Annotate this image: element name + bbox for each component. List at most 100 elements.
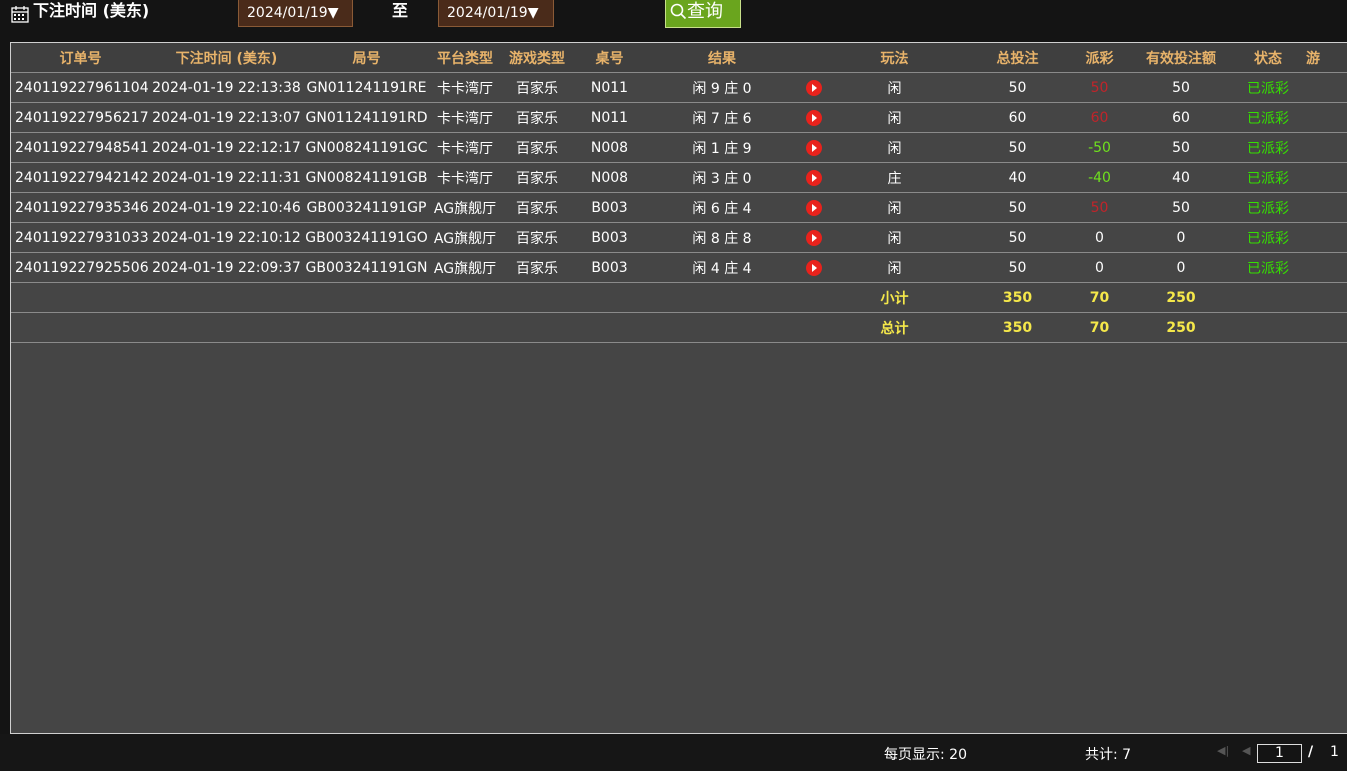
table-id: B003 bbox=[574, 222, 645, 253]
payout: 0 bbox=[1075, 252, 1124, 283]
total-bet: 50 bbox=[960, 252, 1075, 283]
subtotal-row: 小计 350 70 250 bbox=[11, 282, 1347, 313]
prev-page-icon[interactable]: ◀ bbox=[1242, 744, 1250, 757]
col-table: 桌号 bbox=[574, 43, 645, 73]
grand-total-payout: 70 bbox=[1075, 312, 1124, 343]
round-id: GN008241191GB bbox=[303, 162, 430, 193]
search-button[interactable]: 查询 bbox=[665, 0, 741, 28]
search-icon bbox=[670, 3, 687, 20]
table-header-row: 订单号 下注时间 (美东) 局号 平台类型 游戏类型 桌号 结果 玩法 总投注 … bbox=[11, 43, 1347, 73]
first-page-icon[interactable]: ◀| bbox=[1217, 744, 1229, 757]
play-replay-icon[interactable] bbox=[806, 259, 822, 276]
play-replay-icon[interactable] bbox=[806, 229, 822, 246]
table-id: N008 bbox=[574, 162, 645, 193]
order-id: 240119227931033 bbox=[11, 222, 150, 253]
date-to-select[interactable]: 2024/01/19▼ bbox=[438, 0, 554, 27]
bet-time: 2024-01-19 22:09:37 bbox=[150, 252, 303, 283]
order-id: 240119227948541 bbox=[11, 132, 150, 163]
col-order: 订单号 bbox=[11, 43, 150, 73]
col-bet-type: 玩法 bbox=[829, 43, 960, 73]
table-id: B003 bbox=[574, 252, 645, 283]
payout: 0 bbox=[1075, 222, 1124, 253]
filter-bar: 下注时间 (美东) 2024/01/19▼ 至 2024/01/19▼ 查询 bbox=[0, 0, 1347, 38]
grand-total-row: 总计 350 70 250 bbox=[11, 312, 1347, 343]
platform: 卡卡湾厅 bbox=[430, 102, 500, 133]
result: 闲 4 庄 4 bbox=[645, 252, 799, 283]
table-row: 240119227925506 2024-01-19 22:09:37 GB00… bbox=[11, 252, 1347, 283]
status-text: 已派彩 bbox=[1238, 192, 1298, 223]
col-total-bet: 总投注 bbox=[960, 43, 1075, 73]
status-text: 已派彩 bbox=[1238, 72, 1298, 103]
col-result: 结果 bbox=[645, 43, 799, 73]
bet-time: 2024-01-19 22:13:07 bbox=[150, 102, 303, 133]
payout: 50 bbox=[1075, 72, 1124, 103]
table-row: 240119227948541 2024-01-19 22:12:17 GN00… bbox=[11, 132, 1347, 163]
bet-type: 闲 bbox=[829, 132, 960, 163]
pagination-bar: 每页显示: 20 共计: 7 ◀| ◀ 1 / 1 bbox=[0, 734, 1347, 771]
play-replay-icon[interactable] bbox=[806, 79, 822, 96]
payout: -40 bbox=[1075, 162, 1124, 193]
table-id: B003 bbox=[574, 192, 645, 223]
order-id: 240119227956217 bbox=[11, 102, 150, 133]
grand-total-bet: 350 bbox=[960, 312, 1075, 343]
table-row: 240119227956217 2024-01-19 22:13:07 GN01… bbox=[11, 102, 1347, 133]
calendar-icon bbox=[11, 6, 29, 23]
search-button-label: 查询 bbox=[687, 1, 723, 22]
page-total: 1 bbox=[1330, 744, 1339, 760]
subtotal-label: 小计 bbox=[829, 282, 960, 313]
order-id: 240119227961104 bbox=[11, 72, 150, 103]
play-replay-icon[interactable] bbox=[806, 199, 822, 216]
status-text: 已派彩 bbox=[1238, 222, 1298, 253]
platform: 卡卡湾厅 bbox=[430, 162, 500, 193]
valid-bet: 50 bbox=[1124, 192, 1238, 223]
results-panel: 订单号 下注时间 (美东) 局号 平台类型 游戏类型 桌号 结果 玩法 总投注 … bbox=[10, 42, 1347, 734]
platform: 卡卡湾厅 bbox=[430, 132, 500, 163]
subtotal-payout: 70 bbox=[1075, 282, 1124, 313]
bet-time: 2024-01-19 22:11:31 bbox=[150, 162, 303, 193]
col-extra: 游 bbox=[1298, 43, 1347, 73]
payout: 50 bbox=[1075, 192, 1124, 223]
round-id: GB003241191GO bbox=[303, 222, 430, 253]
game-type: 百家乐 bbox=[500, 192, 574, 223]
bet-type: 闲 bbox=[829, 192, 960, 223]
valid-bet: 60 bbox=[1124, 102, 1238, 133]
bet-time: 2024-01-19 22:10:46 bbox=[150, 192, 303, 223]
filter-label: 下注时间 (美东) bbox=[33, 1, 150, 20]
page-separator: / bbox=[1308, 744, 1314, 760]
result: 闲 6 庄 4 bbox=[645, 192, 799, 223]
bet-time: 2024-01-19 22:10:12 bbox=[150, 222, 303, 253]
status-text: 已派彩 bbox=[1238, 132, 1298, 163]
table-row: 240119227931033 2024-01-19 22:10:12 GB00… bbox=[11, 222, 1347, 253]
col-payout: 派彩 bbox=[1075, 43, 1124, 73]
table-id: N011 bbox=[574, 72, 645, 103]
bet-type: 闲 bbox=[829, 222, 960, 253]
subtotal-valid-bet: 250 bbox=[1124, 282, 1238, 313]
play-replay-icon[interactable] bbox=[806, 109, 822, 126]
table-row: 240119227961104 2024-01-19 22:13:38 GN01… bbox=[11, 72, 1347, 103]
valid-bet: 50 bbox=[1124, 72, 1238, 103]
total-bet: 50 bbox=[960, 72, 1075, 103]
page-number-input[interactable]: 1 bbox=[1257, 744, 1302, 763]
bet-time: 2024-01-19 22:13:38 bbox=[150, 72, 303, 103]
play-replay-icon[interactable] bbox=[806, 169, 822, 186]
result: 闲 1 庄 9 bbox=[645, 132, 799, 163]
result: 闲 7 庄 6 bbox=[645, 102, 799, 133]
round-id: GB003241191GP bbox=[303, 192, 430, 223]
platform: 卡卡湾厅 bbox=[430, 72, 500, 103]
valid-bet: 0 bbox=[1124, 252, 1238, 283]
col-round: 局号 bbox=[303, 43, 430, 73]
game-type: 百家乐 bbox=[500, 252, 574, 283]
total-bet: 50 bbox=[960, 132, 1075, 163]
result: 闲 9 庄 0 bbox=[645, 72, 799, 103]
date-from-select[interactable]: 2024/01/19▼ bbox=[238, 0, 353, 27]
play-replay-icon[interactable] bbox=[806, 139, 822, 156]
round-id: GN011241191RD bbox=[303, 102, 430, 133]
payout: 60 bbox=[1075, 102, 1124, 133]
game-type: 百家乐 bbox=[500, 102, 574, 133]
total-bet: 60 bbox=[960, 102, 1075, 133]
table-id: N011 bbox=[574, 102, 645, 133]
result: 闲 3 庄 0 bbox=[645, 162, 799, 193]
platform: AG旗舰厅 bbox=[430, 252, 500, 283]
total-count: 共计: 7 bbox=[1085, 747, 1132, 763]
subtotal-total-bet: 350 bbox=[960, 282, 1075, 313]
